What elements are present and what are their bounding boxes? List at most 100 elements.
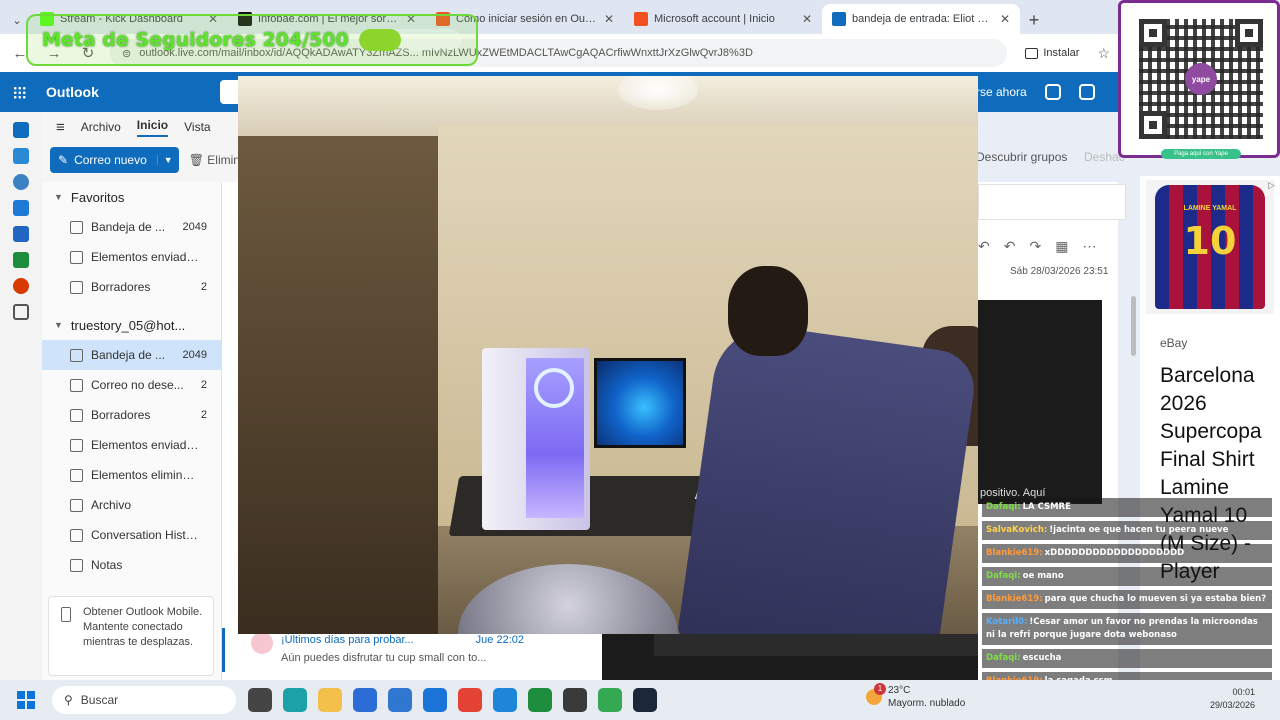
- new-tab-button[interactable]: +: [1020, 6, 1048, 34]
- new-mail-button[interactable]: ✎ Correo nuevo ▼: [50, 147, 179, 173]
- foreground-ball: [458, 564, 678, 634]
- calendar-icon[interactable]: [13, 148, 29, 164]
- list-item[interactable]: ¡Últimos días para probar... Jue 22:02 A…: [222, 628, 532, 672]
- reading-subject-box: [978, 184, 1126, 220]
- editor-icon[interactable]: [388, 688, 412, 712]
- grid-icon[interactable]: ▦: [1055, 238, 1068, 255]
- clock[interactable]: 00:01 29/03/2026: [1210, 686, 1255, 712]
- delete-button[interactable]: 🗑 Elimin: [189, 153, 240, 167]
- edge-icon[interactable]: [283, 688, 307, 712]
- steam-icon[interactable]: [633, 688, 657, 712]
- weather-temp: 23°C: [888, 685, 911, 696]
- tab-archivo[interactable]: Archivo: [81, 120, 121, 134]
- webcam-feed: [238, 76, 978, 634]
- excel-icon[interactable]: [528, 688, 552, 712]
- mail-icon[interactable]: [493, 688, 517, 712]
- teams-icon[interactable]: [1078, 84, 1095, 100]
- start-button[interactable]: [6, 680, 46, 720]
- chat-username: Dafaqi:: [986, 502, 1021, 512]
- shirt-image: LAMINE YAMAL 10: [1146, 180, 1274, 314]
- favorites-header[interactable]: ▼ Favoritos: [42, 182, 221, 212]
- message-body-dark: [978, 300, 1102, 504]
- forward-icon[interactable]: ↷: [1029, 238, 1041, 255]
- dark-doorway: [238, 136, 438, 634]
- avatar: [251, 632, 273, 654]
- upgrade-link[interactable]: rse ahora: [976, 85, 1027, 99]
- message-timestamp: Sáb 28/03/2026 23:51: [1010, 266, 1109, 277]
- store-icon[interactable]: [353, 688, 377, 712]
- folder-item[interactable]: Elementos enviados: [42, 242, 221, 272]
- obs-icon[interactable]: [563, 688, 587, 712]
- favicon-icon: [832, 12, 846, 26]
- compose-icon: ✎: [58, 153, 69, 167]
- folder-item[interactable]: Elementos enviados: [42, 430, 221, 460]
- browser-tab[interactable]: Microsoft account | Inicio ✕: [624, 4, 822, 34]
- chat-username: Blankie619:: [986, 594, 1043, 604]
- folder-icon: [70, 408, 83, 422]
- file-explorer-icon[interactable]: [318, 688, 342, 712]
- folder-item[interactable]: Elementos elimina...: [42, 460, 221, 490]
- todo-icon[interactable]: [13, 200, 29, 216]
- windows-icon: [17, 691, 35, 709]
- weather-widget[interactable]: 1 23°C Mayorm. nublado: [866, 683, 966, 710]
- excel-icon[interactable]: [13, 252, 29, 268]
- bookmark-star-icon[interactable]: ☆: [1097, 45, 1110, 62]
- scrollbar[interactable]: [1131, 296, 1136, 356]
- word-icon[interactable]: [13, 226, 29, 242]
- taskbar-search[interactable]: ⚲ Buscar: [52, 686, 236, 714]
- folder-item[interactable]: Archivo: [42, 490, 221, 520]
- reply-all-icon[interactable]: ↶: [1004, 238, 1016, 255]
- folder-item[interactable]: Bandeja de ... 2049: [42, 340, 221, 370]
- app-launcher-icon[interactable]: [0, 72, 38, 112]
- browser-tab[interactable]: bandeja de entrada: Eliot Mont ✕: [822, 4, 1020, 34]
- folder-item[interactable]: Bandeja de ... 2049: [42, 212, 221, 242]
- folder-item[interactable]: Conversation Histo...: [42, 520, 221, 550]
- hamburger-icon[interactable]: ≡: [56, 119, 65, 136]
- chat-message: Blankie619: xDDDDDDDDDDDDDDDDDDD: [982, 544, 1272, 563]
- outlook-mobile-promo[interactable]: Obtener Outlook Mobile. Mantente conecta…: [48, 596, 214, 676]
- chat-text: LA CSMRE: [1022, 502, 1071, 512]
- close-icon[interactable]: ✕: [1000, 12, 1010, 26]
- reply-icon[interactable]: ↶: [978, 238, 990, 255]
- account-header[interactable]: ▼ truestory_05@hot...: [42, 310, 221, 340]
- outlook-icon[interactable]: [423, 688, 447, 712]
- folder-item[interactable]: Borradores 2: [42, 400, 221, 430]
- follower-goal-overlay: Meta de Seguidores 204/500: [26, 14, 478, 66]
- close-icon[interactable]: ✕: [604, 12, 614, 26]
- folder-item[interactable]: Borradores 2: [42, 272, 221, 302]
- folder-item[interactable]: Notas: [42, 550, 221, 580]
- weather-desc: Mayorm. nublado: [888, 698, 966, 709]
- chat-text: escucha: [1022, 653, 1062, 663]
- qr-caption: Paga aquí con Yape: [1161, 149, 1241, 159]
- office-icon[interactable]: [458, 688, 482, 712]
- task-view-icon[interactable]: [248, 688, 272, 712]
- chat-text: para que chucha lo mueven si ya estaba b…: [1044, 594, 1267, 604]
- yape-logo: yape: [1185, 63, 1217, 95]
- message-preview: Aún puedes disfrutar tu cup small con to…: [281, 652, 487, 664]
- chat-username: Kotaril0:: [986, 617, 1028, 627]
- outlook-brand: Outlook: [46, 84, 99, 100]
- yape-qr-card: yape Paga aquí con Yape: [1118, 0, 1280, 159]
- mail-icon[interactable]: [13, 122, 29, 138]
- chat-message: Dafaqi: oe mano: [982, 567, 1272, 586]
- monitor: [594, 358, 686, 448]
- more-apps-icon[interactable]: [13, 304, 29, 320]
- powerpoint-icon[interactable]: [13, 278, 29, 294]
- install-app-button[interactable]: Instalar: [1017, 47, 1087, 59]
- chat-username: Blankie619:: [986, 548, 1043, 558]
- tab-inicio[interactable]: Inicio: [136, 118, 169, 137]
- chrome-icon[interactable]: [598, 688, 622, 712]
- taskbar: ⚲ Buscar: [0, 680, 1280, 720]
- reply-actions: ↶ ↶ ↷ ▦ ⋯: [978, 238, 1118, 255]
- chevron-down-icon[interactable]: ▼: [156, 155, 179, 165]
- qr-code: yape: [1139, 19, 1263, 139]
- person: [676, 266, 978, 634]
- folder-item[interactable]: Correo no dese... 2: [42, 370, 221, 400]
- close-icon[interactable]: ✕: [802, 12, 812, 26]
- ad-choices-icon[interactable]: ▷: [1268, 180, 1275, 191]
- more-icon[interactable]: ⋯: [1082, 238, 1096, 255]
- discover-groups-button[interactable]: Descubrir grupos: [976, 150, 1067, 164]
- people-icon[interactable]: [13, 174, 29, 190]
- premium-icon[interactable]: [1044, 84, 1061, 100]
- tab-vista[interactable]: Vista: [184, 120, 210, 134]
